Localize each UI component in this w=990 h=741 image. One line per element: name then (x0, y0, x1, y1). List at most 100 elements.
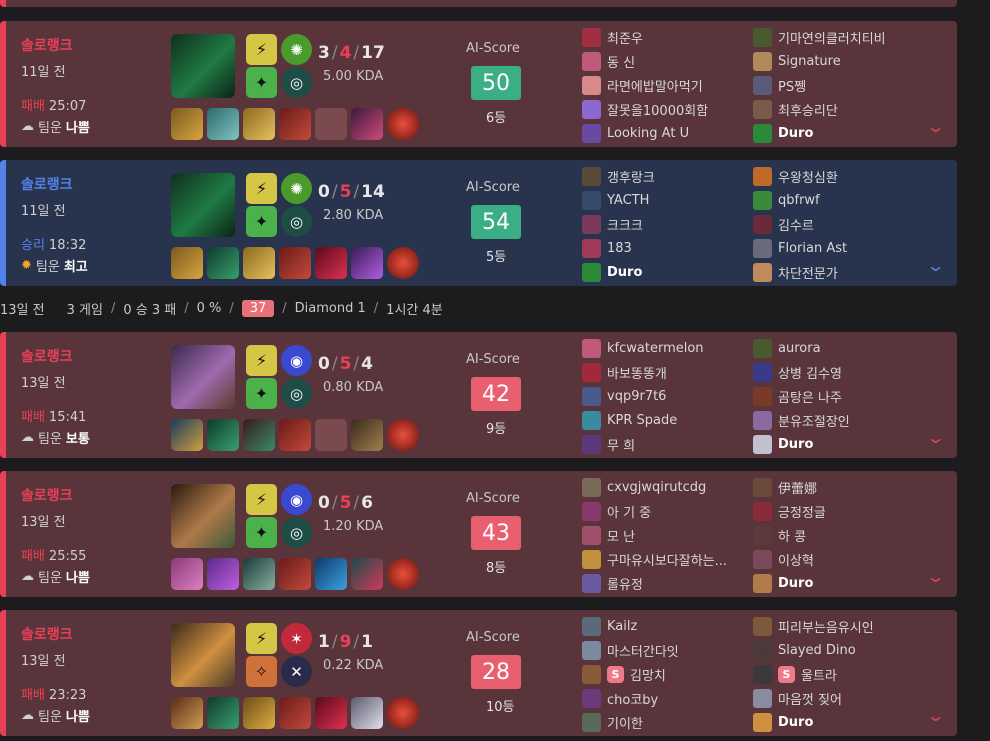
player-link-self[interactable]: Duro (753, 435, 850, 454)
item-icon[interactable] (207, 558, 239, 590)
summoner-spell-ghost-icon[interactable]: ⚡ (246, 345, 277, 376)
item-icon[interactable] (171, 247, 203, 279)
player-link[interactable]: 우왕청심환 (753, 167, 847, 186)
expand-chevron-icon[interactable]: ⌄ (926, 567, 946, 586)
player-link[interactable]: 모 난 (582, 526, 727, 545)
player-link[interactable]: Slayed Dino (753, 641, 874, 660)
summoner-spell-smite-icon[interactable]: ✦ (246, 517, 277, 548)
player-link[interactable]: YACTH (582, 191, 655, 210)
expand-chevron-icon[interactable]: ⌄ (926, 706, 946, 725)
player-link-self[interactable]: Duro (582, 263, 655, 282)
champion-portrait[interactable] (171, 345, 235, 409)
match-card[interactable]: 솔로랭크 11일 전 승리 18:32 ✹ 팀운 최고 ⚡ ✦ ✺ ◎ 0/5/14 … (0, 160, 957, 286)
item-icon[interactable] (171, 558, 203, 590)
trinket-icon[interactable] (387, 558, 419, 590)
player-link[interactable]: S 김망치 (582, 665, 679, 684)
item-icon[interactable] (351, 108, 383, 140)
player-link[interactable]: 곰탕은 나주 (753, 387, 850, 406)
keystone-rune-icon[interactable]: ✺ (281, 173, 312, 204)
item-icon[interactable] (207, 419, 239, 451)
summoner-spell-ghost-icon[interactable]: ⚡ (246, 34, 277, 65)
player-link[interactable]: aurora (753, 339, 850, 358)
player-link[interactable]: 갱후랑크 (582, 167, 655, 186)
expand-chevron-icon[interactable]: ⌄ (926, 428, 946, 447)
item-icon[interactable] (279, 697, 311, 729)
item-icon[interactable] (207, 108, 239, 140)
player-link[interactable]: cxvgjwqirutcdg (582, 478, 727, 497)
item-icon[interactable] (243, 558, 275, 590)
item-active-icon[interactable]: ✧ (246, 656, 277, 687)
item-icon[interactable] (243, 247, 275, 279)
summoner-spell-ghost-icon[interactable]: ⚡ (246, 623, 277, 654)
player-link[interactable]: 무 희 (582, 435, 704, 454)
previous-match-card-edge[interactable] (0, 0, 957, 7)
item-icon[interactable] (243, 108, 275, 140)
player-link[interactable]: 잘못을10000회함 (582, 100, 708, 119)
expand-chevron-icon[interactable]: ⌄ (926, 117, 946, 136)
item-icon[interactable] (171, 697, 203, 729)
item-icon[interactable] (207, 697, 239, 729)
player-link[interactable]: cho코by (582, 689, 679, 708)
keystone-rune-icon[interactable]: ◉ (281, 345, 312, 376)
player-link[interactable]: 기마연의클러치티비 (753, 28, 886, 47)
keystone-rune-icon[interactable]: ◉ (281, 484, 312, 515)
player-link[interactable]: 크크크 (582, 215, 655, 234)
player-link[interactable]: Signature (753, 52, 886, 71)
player-link[interactable]: 분유조절장인 (753, 411, 850, 430)
item-icon[interactable] (351, 247, 383, 279)
player-link[interactable]: 伊蕾娜 (753, 478, 826, 497)
player-link[interactable]: kfcwatermelon (582, 339, 704, 358)
item-icon[interactable] (279, 419, 311, 451)
player-link[interactable]: S 울트라 (753, 665, 874, 684)
champion-portrait[interactable] (171, 173, 235, 237)
item-icon[interactable] (279, 247, 311, 279)
player-link[interactable]: 김수르 (753, 215, 847, 234)
player-link[interactable]: 구마유시보다잘하는... (582, 550, 727, 569)
player-link[interactable]: 이상혁 (753, 550, 826, 569)
secondary-rune-icon[interactable]: ◎ (281, 378, 312, 409)
item-icon[interactable] (351, 697, 383, 729)
player-link[interactable]: 상병 김수영 (753, 363, 850, 382)
player-link[interactable]: 아 기 중 (582, 502, 727, 521)
item-icon[interactable] (171, 419, 203, 451)
match-card[interactable]: 솔로랭크 11일 전 패배 25:07 ☁ 팀운 나쁨 ⚡ ✦ ✺ ◎ 3/4/17 … (0, 21, 957, 147)
player-link-self[interactable]: Duro (753, 574, 826, 593)
trinket-icon[interactable] (387, 697, 419, 729)
match-card[interactable]: 솔로랭크 13일 전 패배 15:41 ☁ 팀운 보통 ⚡ ✦ ◉ ◎ 0/5/4 0… (0, 332, 957, 458)
summoner-spell-smite-icon[interactable]: ✦ (246, 67, 277, 98)
item-icon[interactable] (207, 247, 239, 279)
player-link[interactable]: 하 콩 (753, 526, 826, 545)
player-link[interactable]: 최준우 (582, 28, 708, 47)
player-link-self[interactable]: Duro (753, 713, 874, 732)
summoner-spell-smite-icon[interactable]: ✦ (246, 378, 277, 409)
item-icon[interactable] (315, 247, 347, 279)
player-link[interactable]: 차단전문가 (753, 263, 847, 282)
secondary-rune-icon[interactable]: ◎ (281, 517, 312, 548)
secondary-rune-icon[interactable]: ◎ (281, 206, 312, 237)
player-link[interactable]: 동 신 (582, 52, 708, 71)
trinket-icon[interactable] (387, 108, 419, 140)
expand-chevron-icon[interactable]: ⌄ (926, 256, 946, 275)
summoner-spell-ghost-icon[interactable]: ⚡ (246, 484, 277, 515)
item-icon[interactable] (243, 419, 275, 451)
player-link[interactable]: 183 (582, 239, 655, 258)
item-icon[interactable] (279, 108, 311, 140)
player-link[interactable]: qbfrwf (753, 191, 847, 210)
secondary-rune-icon[interactable]: ✕ (281, 656, 312, 687)
item-icon[interactable] (315, 697, 347, 729)
champion-portrait[interactable] (171, 484, 235, 548)
item-icon[interactable] (351, 558, 383, 590)
item-icon[interactable] (243, 697, 275, 729)
player-link[interactable]: 마음껏 짖어 (753, 689, 874, 708)
player-link[interactable]: Looking At U (582, 124, 708, 143)
champion-portrait[interactable] (171, 34, 235, 98)
player-link[interactable]: 기이한 (582, 713, 679, 732)
trinket-icon[interactable] (387, 247, 419, 279)
item-icon[interactable] (171, 108, 203, 140)
item-icon[interactable] (315, 558, 347, 590)
player-link-self[interactable]: Duro (753, 124, 886, 143)
player-link[interactable]: 피리부는음유시인 (753, 617, 874, 636)
player-link[interactable]: 롤유정 (582, 574, 727, 593)
item-icon[interactable] (279, 558, 311, 590)
player-link[interactable]: Florian Ast (753, 239, 847, 258)
